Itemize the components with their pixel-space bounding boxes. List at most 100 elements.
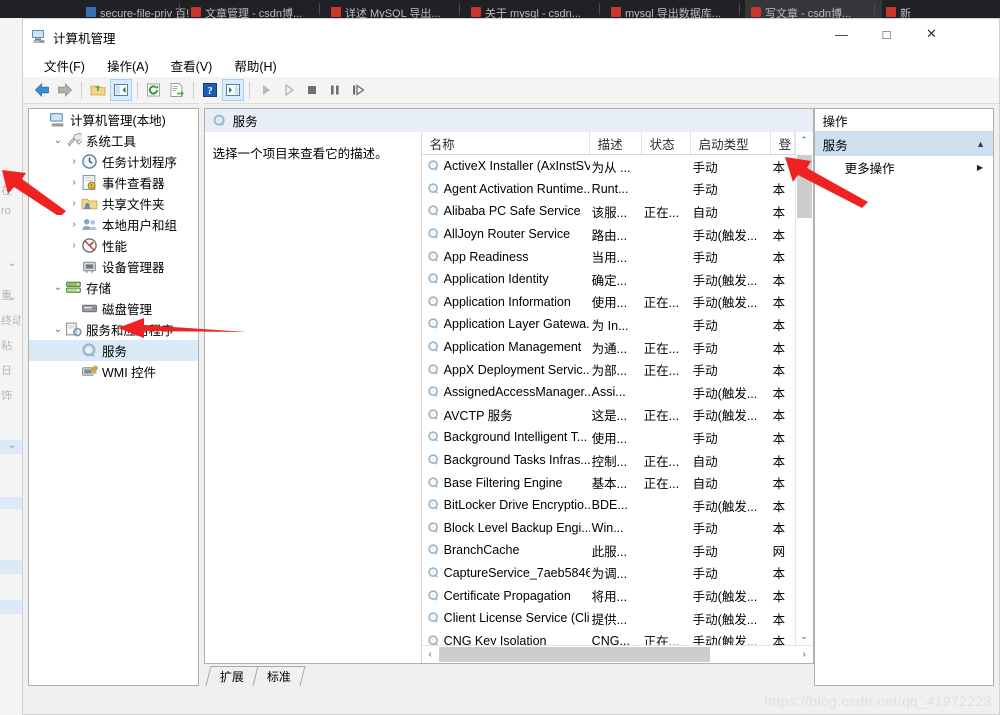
table-row[interactable]: Base Filtering Engine 基本... 正在... 自动 本 [422,471,795,494]
table-row[interactable]: AssignedAccessManager... Assi... 手动(触发... 本 [422,381,795,404]
services-list-vertical-scrollbar[interactable]: ⌃ ⌄ [794,132,813,645]
computer-management-icon [32,30,45,43]
cell-logon: 本 [772,612,786,627]
cell-status: 正在... [643,205,680,220]
results-tab-0[interactable]: 扩展 [205,666,259,686]
background-browser-tab[interactable]: 关于 mysql - csdn... [465,0,597,18]
horizontal-scroll-thumb[interactable] [438,647,710,662]
tree-node-11[interactable]: 服务 [29,340,199,361]
table-row[interactable]: Background Tasks Infras... 控制... 正在... 自动 本 [422,449,795,472]
chevron-right-icon[interactable]: › [67,172,81,193]
scroll-left-arrow-icon[interactable]: ‹ [422,646,439,663]
pause-service-icon[interactable] [324,79,346,101]
chevron-right-icon[interactable]: › [67,235,81,256]
column-header-0[interactable]: 名称 ⌃ [422,132,590,154]
export-list-icon[interactable] [166,79,188,101]
actions-group-services[interactable]: 服务 ▲ [814,132,993,156]
close-button[interactable]: ✕ [909,19,954,49]
table-row[interactable]: CNG Key Isolation CNG... 正在... 手动(触发... 本 [422,629,795,645]
tree-node-12[interactable]: WMI 控件 [29,361,198,382]
maximize-button[interactable]: □ [864,19,909,49]
chevron-right-icon[interactable]: › [67,151,81,172]
resume-service-icon[interactable] [347,79,369,101]
background-browser-tab[interactable]: mysql 导出数据库... [605,0,757,18]
tree-node-8[interactable]: ⌄ 存储 [29,277,198,298]
service-icon [427,250,441,264]
chevron-down-icon[interactable]: ⌄ [51,130,65,151]
forward-icon[interactable] [54,79,76,101]
tree-node-6[interactable]: › 性能 [29,235,198,256]
menu-item[interactable]: 文件(F) [33,53,96,78]
scroll-up-arrow-icon[interactable]: ⌃ [795,132,813,149]
table-row[interactable]: Background Intelligent T... 使用... 手动 本 [422,426,795,449]
table-row[interactable]: BranchCache 此服... 手动 网 [422,539,795,562]
menu-item[interactable]: 操作(A) [96,53,160,78]
table-row[interactable]: AVCTP 服务 这是... 正在... 手动(触发... 本 [422,404,795,427]
results-tab-1[interactable]: 标准 [252,666,306,686]
collapse-chevron-icon[interactable]: ▲ [976,139,985,149]
tree-node-4[interactable]: › 共享文件夹 [29,193,198,214]
tree-node-0[interactable]: 计算机管理(本地) [29,109,198,130]
show-action-pane-icon[interactable] [222,79,244,101]
table-row[interactable]: Block Level Backup Engi... Win... 手动 本 [422,517,795,540]
vertical-scroll-thumb[interactable] [796,155,812,218]
scroll-right-arrow-icon[interactable]: › [796,646,813,663]
up-folder-icon[interactable] [87,79,109,101]
table-row[interactable]: Certificate Propagation 将用... 手动(触发... 本 [422,584,795,607]
tree-node-3[interactable]: ›! 事件查看器 [29,172,198,193]
help-icon[interactable]: ? [199,79,221,101]
services-list-horizontal-scrollbar[interactable]: ‹ › [421,645,813,663]
vertical-scroll-track[interactable] [795,149,813,628]
action-item-more-actions[interactable]: 更多操作 ▶ [815,156,993,178]
refresh-icon[interactable] [143,79,165,101]
back-icon[interactable] [31,79,53,101]
table-row[interactable]: Agent Activation Runtime... Runt... 手动 本 [422,178,795,201]
table-row[interactable]: App Readiness 当用... 手动 本 [422,245,795,268]
background-browser-tab[interactable]: 写文章 - csdn博... [745,0,882,18]
tree-node-1[interactable]: ⌄ 系统工具 [29,130,198,151]
scroll-down-arrow-icon[interactable]: ⌄ [795,628,813,645]
chevron-down-icon[interactable]: ⌄ [51,277,65,298]
tree-node-2[interactable]: › 任务计划程序 [29,151,198,172]
column-header-2[interactable]: 状态 [642,132,691,154]
service-icon [427,159,441,173]
table-row[interactable]: CaptureService_7aeb5846 为调... 手动 本 [422,562,795,585]
show-hide-console-tree-icon[interactable] [110,79,132,101]
column-header-1[interactable]: 描述 [590,132,642,154]
chevron-down-icon[interactable]: ⌄ [51,319,65,340]
tree-node-5[interactable]: › 本地用户和组 [29,214,198,235]
cell-logon: 本 [772,296,786,311]
start-service-icon[interactable] [255,79,277,101]
cell-status: 正在... [643,296,680,311]
computer-icon [49,111,66,128]
background-browser-tab[interactable]: 文章管理 - csdn博... [185,0,332,18]
menu-item[interactable]: 帮助(H) [223,53,287,78]
tab-favicon-icon [191,7,201,17]
background-browser-tab[interactable]: 详述 MySQL 导出... [325,0,457,18]
table-row[interactable]: ActiveX Installer (AxInstSV) 为从 ... 手动 本 [422,155,795,178]
table-row[interactable]: Application Information 使用... 正在... 手动(触发..… [422,291,795,314]
chevron-right-icon[interactable]: › [67,193,81,214]
table-row[interactable]: BitLocker Drive Encryptio... BDE... 手动(触发.… [422,494,795,517]
horizontal-scroll-track[interactable] [438,646,796,663]
background-browser-tab[interactable]: secure-file-priv 百! [80,0,192,18]
table-row[interactable]: AllJoyn Router Service 路由... 手动(触发... 本 [422,223,795,246]
tree-node-9[interactable]: 磁盘管理 [29,298,198,319]
background-browser-tab[interactable]: 新 [880,0,927,18]
table-row[interactable]: AppX Deployment Servic... 为部... 正在... 手动 本 [422,358,795,381]
table-row[interactable]: Application Layer Gatewa... 为 In... 手动 本 [422,313,795,336]
stop-service-icon[interactable] [301,79,323,101]
column-header-4[interactable]: 登 [771,132,795,154]
minimize-button[interactable]: — [819,19,864,49]
table-row[interactable]: Alibaba PC Safe Service 该服... 正在... 自动 本 [422,200,795,223]
tree-node-7[interactable]: 设备管理器 [29,256,198,277]
menu-item[interactable]: 查看(V) [160,53,224,78]
chevron-right-icon[interactable]: › [67,214,81,235]
column-header-3[interactable]: 启动类型 [691,132,771,154]
table-row[interactable]: Application Management 为通... 正在... 手动 本 [422,336,795,359]
tree-node-10[interactable]: ⌄ 服务和应用程序 [29,319,198,340]
table-row[interactable]: Application Identity 确定... 手动(触发... 本 [422,268,795,291]
restart-service-icon[interactable] [278,79,300,101]
table-row[interactable]: Client License Service (Cli... 提供... 手动(触发… [422,607,795,630]
cell-desc: CNG... [591,633,630,645]
